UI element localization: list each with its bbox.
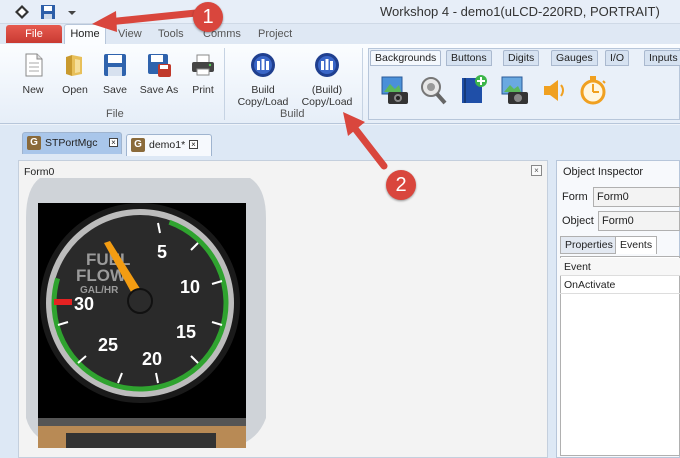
annotation-layer <box>92 9 388 170</box>
arrow-1 <box>92 9 200 32</box>
annotation-badge-2: 2 <box>386 170 416 200</box>
annotation-badge-1: 1 <box>193 2 223 32</box>
arrow-2 <box>343 112 388 170</box>
